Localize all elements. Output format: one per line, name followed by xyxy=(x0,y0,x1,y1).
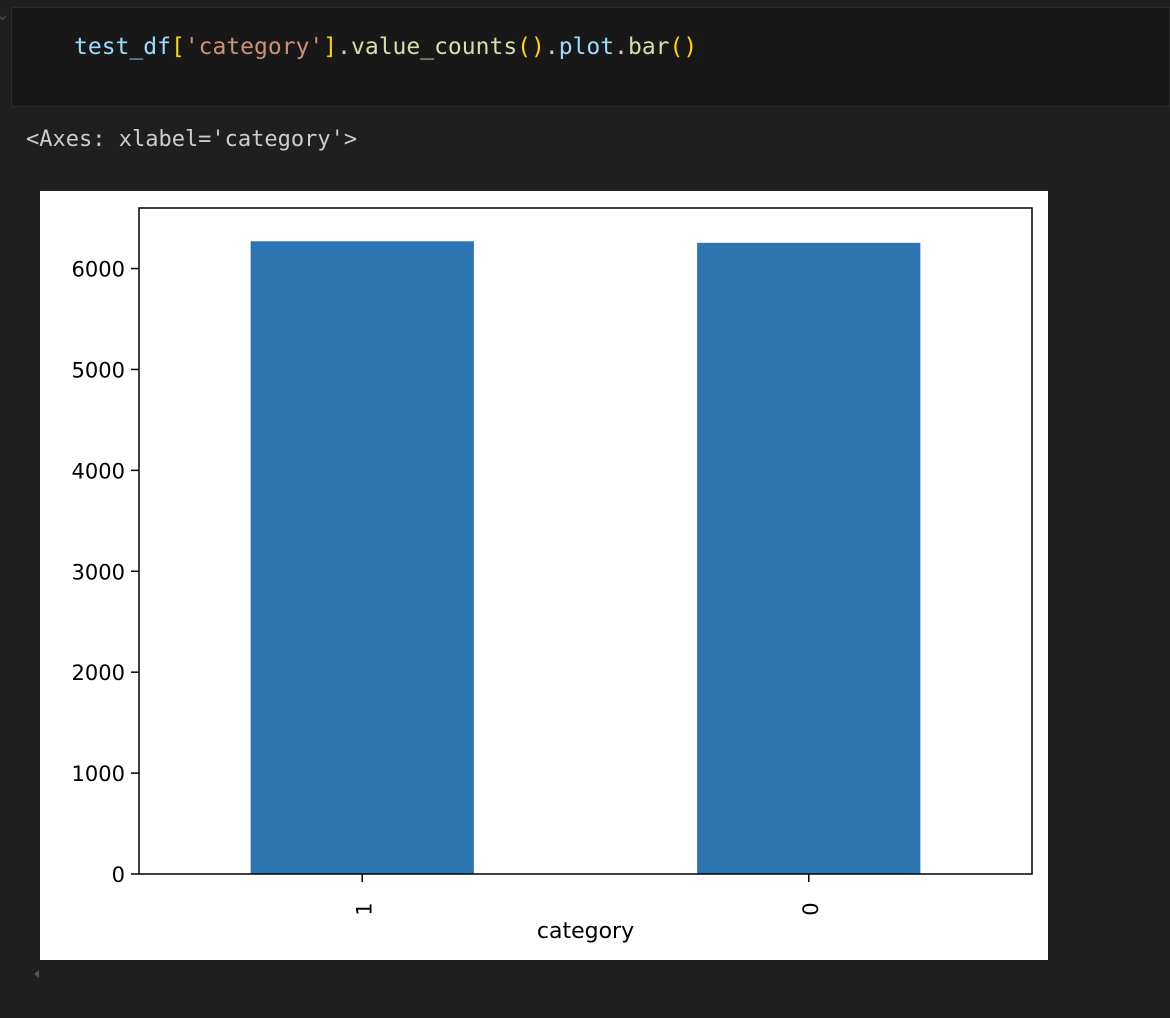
code-token: bar xyxy=(627,34,670,60)
y-tick-label: 3000 xyxy=(72,560,125,584)
scroll-left-icon[interactable] xyxy=(34,970,39,978)
code-token: . xyxy=(337,34,351,60)
code-cell[interactable]: test_df['category'].value_counts().plot.… xyxy=(11,7,1170,107)
bar xyxy=(697,242,921,875)
code-token: [ xyxy=(170,34,185,60)
code-token: () xyxy=(517,34,545,60)
x-tick-label: 0 xyxy=(799,902,823,915)
code-token: plot xyxy=(558,34,615,60)
y-tick-label: 2000 xyxy=(72,661,125,685)
chart-svg: 0 1000 2000 3000 4000 5000 6000 1 0 category xyxy=(72,207,1033,944)
x-axis-label: category xyxy=(537,919,634,944)
collapse-chevron-icon[interactable] xyxy=(0,12,7,21)
code-token: ] xyxy=(323,34,338,60)
x-tick-label: 1 xyxy=(352,902,376,915)
cell-output-repr: <Axes: xlabel='category'> xyxy=(26,127,358,152)
y-tick-label: 5000 xyxy=(72,358,125,382)
code-token: . xyxy=(544,34,559,60)
notebook-page: test_df['category'].value_counts().plot.… xyxy=(0,0,1170,1018)
y-tick-label: 0 xyxy=(112,863,125,887)
y-tick-label: 4000 xyxy=(72,459,125,483)
code-token: value_counts xyxy=(351,34,518,60)
y-tick-label: 1000 xyxy=(72,762,125,786)
y-tick-label: 6000 xyxy=(72,258,125,282)
code-token: . xyxy=(614,34,628,60)
code-token: () xyxy=(669,34,698,60)
bar xyxy=(250,241,474,875)
code-token: test_df xyxy=(74,34,171,60)
code-line[interactable]: test_df['category'].value_counts().plot.… xyxy=(74,32,697,62)
bar-chart: 0 1000 2000 3000 4000 5000 6000 1 0 category xyxy=(40,191,1048,960)
code-token: 'category' xyxy=(184,34,324,60)
